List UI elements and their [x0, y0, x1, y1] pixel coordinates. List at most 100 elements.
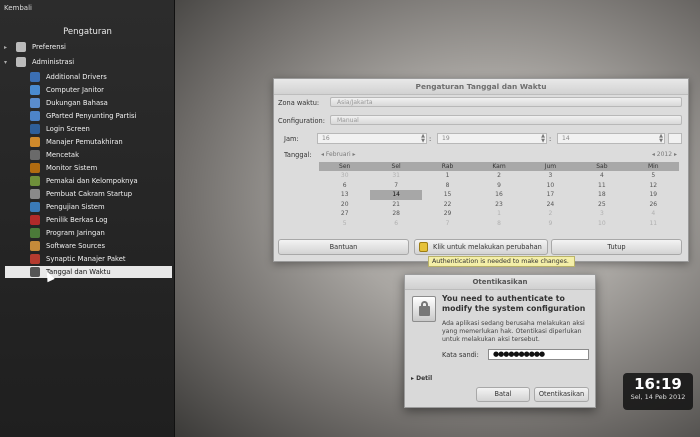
unlock-button[interactable]: Klik untuk melakukan perubahan	[414, 239, 548, 255]
calendar-day[interactable]: 13	[319, 190, 370, 200]
menu-category-administrasi[interactable]: ▾ Administrasi	[4, 56, 74, 68]
calendar-day[interactable]: 8	[473, 219, 524, 229]
year-selector[interactable]: ◂ 2012 ▸	[652, 151, 677, 158]
weekday-header: Jum	[524, 162, 577, 171]
calendar-day[interactable]: 1	[422, 171, 473, 181]
expand-arrow-icon: ▸	[4, 43, 8, 51]
network-icon	[30, 228, 40, 238]
calendar-day[interactable]: 28	[370, 209, 421, 219]
time-label: Jam:	[284, 135, 299, 143]
calendar-day[interactable]: 2	[473, 171, 524, 181]
menu-item[interactable]: Pemakai dan Kelompoknya	[30, 175, 138, 187]
preferences-icon	[16, 42, 26, 52]
second-spin[interactable]: 14 ▲ ▼	[557, 133, 665, 144]
calendar-day[interactable]: 19	[628, 190, 679, 200]
menu-item[interactable]: Pengujian Sistem	[30, 201, 105, 213]
calendar-day[interactable]: 11	[628, 219, 679, 229]
calendar-day[interactable]: 7	[370, 181, 421, 191]
calendar-day[interactable]: 9	[525, 219, 576, 229]
synaptic-icon	[30, 254, 40, 264]
calendar-day[interactable]: 21	[370, 200, 421, 210]
menu-item[interactable]: Tanggal dan Waktu	[5, 266, 172, 278]
calendar-day[interactable]: 31	[370, 171, 421, 181]
calendar-grid: Sen Sel Rab Kam Jum Sab Min 30 31 1 2 3 4 5 6 7 8 9 10 11 12…	[319, 162, 679, 228]
weekday-header: Kam	[473, 162, 525, 171]
password-field[interactable]: ●●●●●●●●●●	[488, 349, 589, 360]
calendar-day[interactable]: 22	[422, 200, 473, 210]
calendar-day[interactable]: 27	[319, 209, 370, 219]
calendar[interactable]: ◂ Februari ▸ ◂ 2012 ▸ Sen Sel Rab Kam Jum Sab…	[319, 149, 679, 233]
auth-description: Ada aplikasi sedang berusaha melakukan a…	[442, 320, 585, 343]
users-icon	[30, 176, 40, 186]
help-button[interactable]: Bantuan	[278, 239, 409, 255]
menu-item[interactable]: GParted Penyunting Partisi	[30, 110, 136, 122]
usb-icon	[30, 189, 40, 199]
colon-separator: :	[549, 135, 552, 143]
hour-spin[interactable]: 16 ▲ ▼	[317, 133, 427, 144]
calendar-day[interactable]: 26	[628, 200, 679, 210]
calendar-day[interactable]: 2	[525, 209, 576, 219]
chip-icon	[30, 72, 40, 82]
calendar-day[interactable]: 9	[473, 181, 524, 191]
calendar-day[interactable]: 4	[628, 209, 679, 219]
minute-spin[interactable]: 19 ▲ ▼	[437, 133, 547, 144]
menu-item[interactable]: Monitor Sistem	[30, 162, 97, 174]
close-button[interactable]: Tutup	[551, 239, 682, 255]
calendar-day[interactable]: 15	[422, 190, 473, 200]
authenticate-button[interactable]: Otentikasikan	[534, 387, 589, 402]
menu-item[interactable]: Synaptic Manajer Paket	[30, 253, 126, 265]
configuration-label: Configuration:	[278, 117, 325, 125]
calendar-day[interactable]: 14	[370, 190, 422, 200]
menu-item[interactable]: Penilik Berkas Log	[30, 214, 108, 226]
weekday-header: Rab	[421, 162, 474, 171]
calendar-day[interactable]: 3	[525, 171, 576, 181]
calendar-day[interactable]: 12	[628, 181, 679, 191]
calendar-day[interactable]: 8	[422, 181, 473, 191]
timezone-label: Zona waktu:	[278, 99, 320, 107]
calendar-day[interactable]: 23	[473, 200, 524, 210]
calendar-day[interactable]: 6	[319, 181, 370, 191]
calendar-day[interactable]: 7	[422, 219, 473, 229]
menu-item[interactable]: Manajer Pemutakhiran	[30, 136, 123, 148]
cancel-button[interactable]: Batal	[476, 387, 530, 402]
calendar-day[interactable]: 10	[576, 219, 627, 229]
menu-item[interactable]: Program Jaringan	[30, 227, 105, 239]
calendar-day[interactable]: 25	[576, 200, 627, 210]
auth-tooltip: Authentication is needed to make changes…	[428, 256, 575, 267]
calendar-day[interactable]: 17	[525, 190, 576, 200]
disk-icon	[30, 111, 40, 121]
menu-item[interactable]: Login Screen	[30, 123, 90, 135]
next-month-icon[interactable]: ▸	[351, 151, 356, 158]
menu-item[interactable]: Additional Drivers	[30, 71, 107, 83]
settings-menu: Kembali Pengaturan ▸ Preferensi ▾ Administr…	[0, 0, 175, 437]
menu-category-preferensi[interactable]: ▸ Preferensi	[4, 41, 66, 53]
menu-item[interactable]: Software Sources	[30, 240, 105, 252]
auth-heading: You need to authenticate to modify the s…	[442, 294, 586, 313]
calendar-day[interactable]: 16	[473, 190, 524, 200]
menu-item[interactable]: Dukungan Bahasa	[30, 97, 108, 109]
timezone-combo[interactable]: Asia/Jakarta	[330, 97, 682, 107]
calendar-day[interactable]: 4	[576, 171, 627, 181]
calendar-day[interactable]: 10	[525, 181, 576, 191]
calendar-day[interactable]: 6	[370, 219, 421, 229]
calendar-day[interactable]: 20	[319, 200, 370, 210]
back-link[interactable]: Kembali	[4, 4, 32, 12]
calendar-day[interactable]: 18	[576, 190, 627, 200]
calendar-day[interactable]: 1	[473, 209, 524, 219]
menu-item[interactable]: Pembuat Cakram Startup	[30, 188, 132, 200]
next-year-icon[interactable]: ▸	[672, 151, 677, 158]
calendar-day[interactable]: 11	[576, 181, 627, 191]
calendar-day[interactable]: 3	[576, 209, 627, 219]
calendar-day[interactable]: 30	[319, 171, 370, 181]
calendar-day[interactable]: 5	[628, 171, 679, 181]
month-selector[interactable]: ◂ Februari ▸	[321, 151, 356, 158]
details-expander[interactable]: ▸ Detil	[411, 375, 432, 382]
menu-item[interactable]: Computer Janitor	[30, 84, 104, 96]
weekday-header: Sen	[319, 162, 371, 171]
time-set-button[interactable]	[668, 133, 682, 144]
menu-item[interactable]: Mencetak	[30, 149, 79, 161]
calendar-day[interactable]: 24	[525, 200, 576, 210]
calendar-day[interactable]: 29	[422, 209, 473, 219]
configuration-combo[interactable]: Manual	[330, 115, 682, 125]
calendar-day[interactable]: 5	[319, 219, 370, 229]
